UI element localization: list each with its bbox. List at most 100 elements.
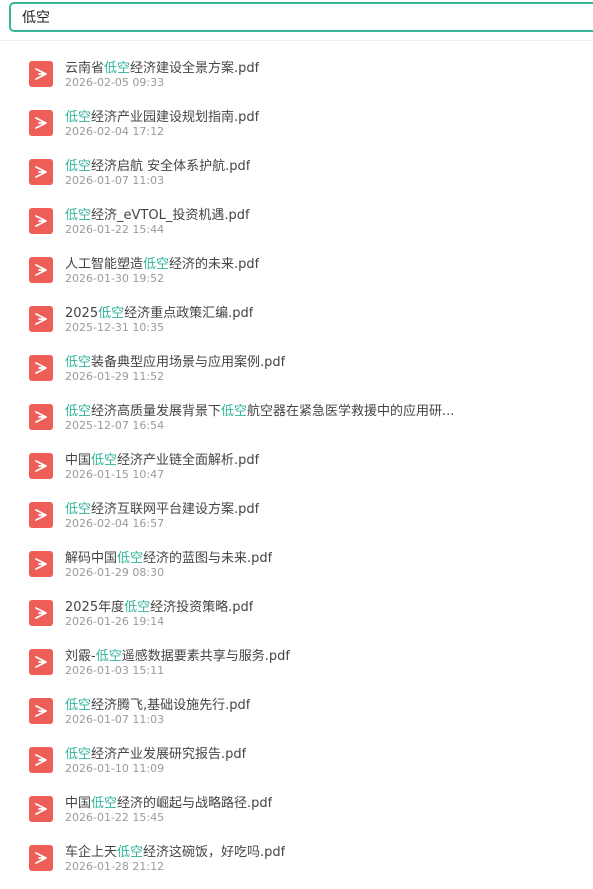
file-name-middle: 经济启航 安全体系护航.pdf: [91, 159, 251, 174]
file-name: 中国低空经济产业链全面解析.pdf: [65, 449, 259, 468]
file-name: 低空经济互联网平台建设方案.pdf: [65, 498, 259, 517]
file-date: 2026-02-05 09:33: [65, 76, 165, 89]
file-date: 2026-01-07 11:03: [65, 174, 165, 187]
file-name-middle: 经济的崛起与战略路径.pdf: [117, 796, 273, 811]
search-highlight: 低空: [91, 453, 118, 468]
file-name-middle: 经济腾飞,基础设施先行.pdf: [91, 698, 251, 713]
file-date: 2026-01-03 15:11: [65, 664, 165, 677]
search-highlight: 低空: [124, 600, 151, 615]
result-item[interactable]: 低空经济产业发展研究报告.pdf 2026-01-10 11:09: [0, 734, 593, 783]
file-name: 低空装备典型应用场景与应用案例.pdf: [65, 351, 285, 370]
search-highlight: 低空: [65, 355, 92, 370]
file-name-middle: 经济_eVTOL_投资机遇.pdf: [91, 208, 250, 223]
file-date: 2026-01-28 21:12: [65, 860, 165, 873]
file-date: 2026-01-30 19:52: [65, 272, 165, 285]
file-name-prefix: 2025年度: [65, 600, 125, 615]
file-name: 刘霰-低空遥感数据要素共享与服务.pdf: [65, 645, 290, 664]
pdf-file-icon: [29, 208, 53, 234]
file-name-middle: 经济产业园建设规划指南.pdf: [91, 110, 260, 125]
search-highlight-2: 低空: [221, 404, 248, 419]
result-item[interactable]: 低空装备典型应用场景与应用案例.pdf 2026-01-29 11:52: [0, 342, 593, 391]
result-item[interactable]: 人工智能塑造低空经济的未来.pdf 2026-01-30 19:52: [0, 244, 593, 293]
search-highlight: 低空: [65, 404, 92, 419]
result-item[interactable]: 中国低空经济的崛起与战略路径.pdf 2026-01-22 15:45: [0, 783, 593, 832]
pdf-file-icon: [29, 649, 53, 675]
result-item[interactable]: 解码中国低空经济的蓝图与未来.pdf 2026-01-29 08:30: [0, 538, 593, 587]
file-date: 2026-01-22 15:45: [65, 811, 165, 824]
pdf-file-icon: [29, 600, 53, 626]
file-name-prefix: 云南省: [65, 61, 105, 76]
file-date: 2026-01-26 19:14: [65, 615, 165, 628]
file-name-prefix: 刘霰-: [65, 649, 96, 664]
file-name-prefix: 2025: [65, 306, 99, 321]
file-name-prefix: 人工智能塑造: [65, 257, 144, 272]
file-name: 低空经济产业园建设规划指南.pdf: [65, 106, 259, 125]
file-date: 2026-02-04 16:57: [65, 517, 165, 530]
file-date: 2025-12-31 10:35: [65, 321, 165, 334]
file-name: 车企上天低空经济这碗饭，好吃吗.pdf: [65, 841, 285, 860]
result-item[interactable]: 低空经济产业园建设规划指南.pdf 2026-02-04 17:12: [0, 97, 593, 146]
result-item[interactable]: 低空经济互联网平台建设方案.pdf 2026-02-04 16:57: [0, 489, 593, 538]
pdf-file-icon: [29, 159, 53, 185]
search-highlight: 低空: [65, 159, 92, 174]
pdf-file-icon: [29, 355, 53, 381]
result-item[interactable]: 车企上天低空经济这碗饭，好吃吗.pdf 2026-01-28 21:12: [0, 832, 593, 881]
pdf-file-icon: [29, 747, 53, 773]
file-name: 低空经济启航 安全体系护航.pdf: [65, 155, 250, 174]
file-date: 2026-01-07 11:03: [65, 713, 165, 726]
file-name: 中国低空经济的崛起与战略路径.pdf: [65, 792, 272, 811]
file-name-suffix: 航空器在紧急医学救援中的应用研...: [247, 404, 455, 419]
pdf-file-icon: [29, 306, 53, 332]
file-name-middle: 遥感数据要素共享与服务.pdf: [121, 649, 290, 664]
file-name-middle: 经济投资策略.pdf: [150, 600, 254, 615]
pdf-file-icon: [29, 845, 53, 871]
file-name-middle: 经济产业发展研究报告.pdf: [91, 747, 247, 762]
search-highlight: 低空: [98, 306, 125, 321]
file-name-prefix: 中国: [65, 796, 92, 811]
result-item[interactable]: 2025低空经济重点政策汇编.pdf 2025-12-31 10:35: [0, 293, 593, 342]
result-item[interactable]: 低空经济高质量发展背景下低空航空器在紧急医学救援中的应用研... 2025-12…: [0, 391, 593, 440]
file-date: 2026-01-22 15:44: [65, 223, 165, 236]
file-name-prefix: 解码中国: [65, 551, 118, 566]
search-highlight: 低空: [117, 845, 144, 860]
file-date: 2026-01-10 11:09: [65, 762, 165, 775]
result-item[interactable]: 中国低空经济产业链全面解析.pdf 2026-01-15 10:47: [0, 440, 593, 489]
search-highlight: 低空: [65, 747, 92, 762]
search-highlight: 低空: [65, 502, 92, 517]
file-name-middle: 经济的蓝图与未来.pdf: [143, 551, 273, 566]
result-item[interactable]: 低空经济启航 安全体系护航.pdf 2026-01-07 11:03: [0, 146, 593, 195]
search-input[interactable]: [22, 4, 593, 30]
file-name-middle: 经济重点政策汇编.pdf: [124, 306, 254, 321]
divider: [0, 40, 593, 41]
file-name: 低空经济_eVTOL_投资机遇.pdf: [65, 204, 250, 223]
search-highlight: 低空: [65, 698, 92, 713]
pdf-file-icon: [29, 257, 53, 283]
file-name: 2025低空经济重点政策汇编.pdf: [65, 302, 253, 321]
result-item[interactable]: 低空经济腾飞,基础设施先行.pdf 2026-01-07 11:03: [0, 685, 593, 734]
result-item[interactable]: 低空经济_eVTOL_投资机遇.pdf 2026-01-22 15:44: [0, 195, 593, 244]
search-highlight: 低空: [143, 257, 170, 272]
results-list: 云南省低空经济建设全景方案.pdf 2026-02-05 09:33 低空经济产…: [0, 48, 593, 881]
result-item[interactable]: 云南省低空经济建设全景方案.pdf 2026-02-05 09:33: [0, 48, 593, 97]
result-item[interactable]: 2025年度低空经济投资策略.pdf 2026-01-26 19:14: [0, 587, 593, 636]
file-name: 低空经济高质量发展背景下低空航空器在紧急医学救援中的应用研...: [65, 400, 454, 419]
search-highlight: 低空: [65, 110, 92, 125]
file-date: 2026-01-29 11:52: [65, 370, 165, 383]
file-name: 2025年度低空经济投资策略.pdf: [65, 596, 253, 615]
result-item[interactable]: 刘霰-低空遥感数据要素共享与服务.pdf 2026-01-03 15:11: [0, 636, 593, 685]
search-highlight: 低空: [104, 61, 131, 76]
file-name-middle: 装备典型应用场景与应用案例.pdf: [91, 355, 286, 370]
search-box[interactable]: [9, 2, 593, 32]
file-name-middle: 经济高质量发展背景下: [91, 404, 222, 419]
search-highlight: 低空: [65, 208, 92, 223]
file-name-middle: 经济的未来.pdf: [169, 257, 260, 272]
file-date: 2026-01-29 08:30: [65, 566, 165, 579]
file-date: 2026-02-04 17:12: [65, 125, 165, 138]
pdf-file-icon: [29, 551, 53, 577]
pdf-file-icon: [29, 796, 53, 822]
file-name-middle: 经济互联网平台建设方案.pdf: [91, 502, 260, 517]
file-name-middle: 经济这碗饭，好吃吗.pdf: [143, 845, 286, 860]
pdf-file-icon: [29, 404, 53, 430]
pdf-file-icon: [29, 698, 53, 724]
file-name-prefix: 中国: [65, 453, 92, 468]
